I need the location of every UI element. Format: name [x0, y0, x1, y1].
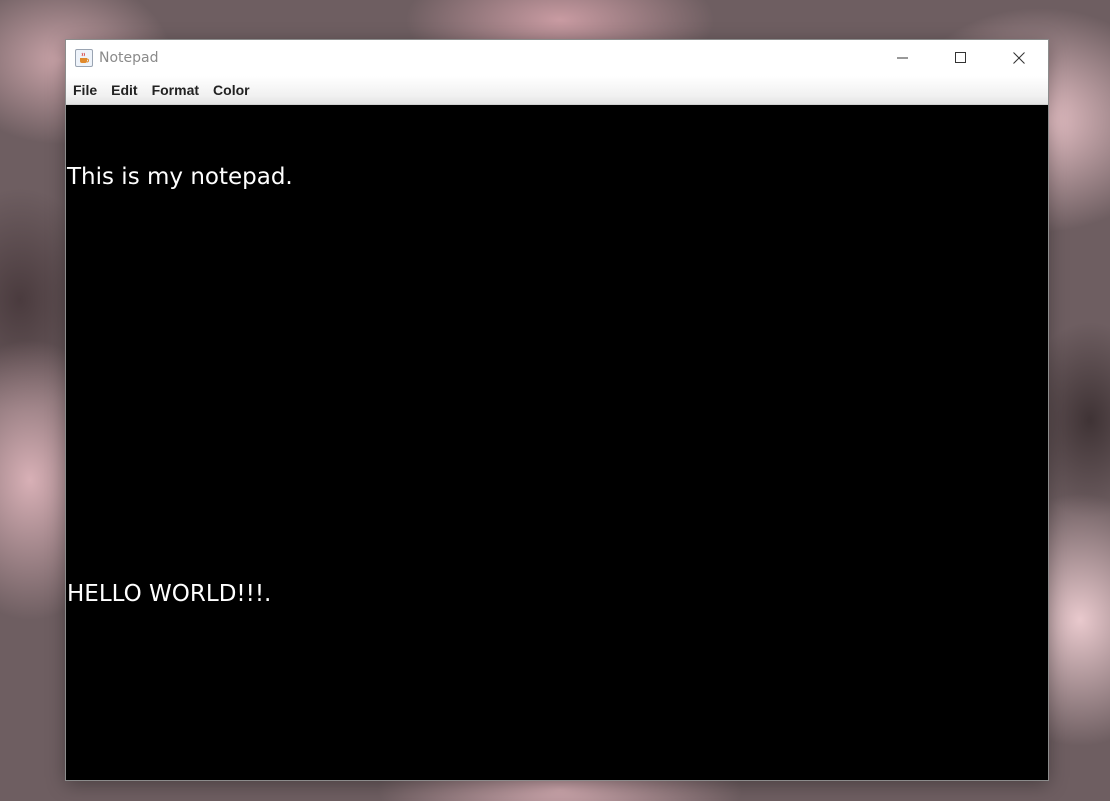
notepad-window: Notepad File Edit Format Color This is m…	[66, 40, 1048, 780]
title-bar[interactable]: Notepad	[66, 40, 1048, 76]
close-button[interactable]	[990, 40, 1048, 76]
menu-file[interactable]: File	[73, 82, 104, 98]
window-title: Notepad	[99, 50, 159, 66]
window-controls	[874, 40, 1048, 76]
text-editor-area[interactable]: This is my notepad. HELLO WORLD!!!.	[66, 105, 1048, 780]
maximize-button[interactable]	[932, 40, 990, 76]
menu-bar: File Edit Format Color	[66, 76, 1048, 105]
menu-color[interactable]: Color	[213, 82, 257, 98]
java-cup-icon	[75, 49, 93, 67]
minimize-button[interactable]	[874, 40, 932, 76]
menu-edit[interactable]: Edit	[111, 82, 144, 98]
maximize-icon	[955, 52, 966, 63]
minimize-icon	[897, 57, 908, 59]
menu-format[interactable]: Format	[152, 82, 206, 98]
close-icon	[1013, 52, 1025, 64]
editor-line: HELLO WORLD!!!.	[67, 580, 272, 607]
editor-line: This is my notepad.	[67, 163, 293, 190]
